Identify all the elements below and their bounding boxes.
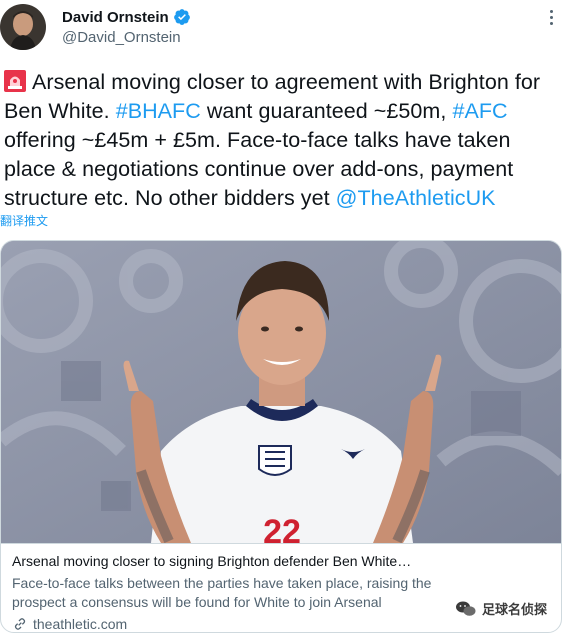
verified-badge-icon (173, 9, 190, 25)
translate-tweet-link[interactable]: 翻译推文 (0, 212, 48, 229)
name-row: David Ornstein (62, 8, 191, 26)
card-title[interactable]: Arsenal moving closer to signing Brighto… (12, 552, 552, 571)
link-card[interactable]: 22 Arsenal moving closer to signing Brig… (0, 240, 562, 633)
card-domain[interactable]: theathletic.com (33, 616, 127, 632)
card-domain-row: theathletic.com (12, 616, 552, 632)
more-options-icon[interactable] (542, 6, 560, 28)
wechat-icon (455, 601, 476, 616)
watermark: 足球名侦探 (455, 599, 547, 618)
avatar[interactable] (0, 4, 46, 50)
shirt-number: 22 (263, 513, 301, 543)
watermark-text: 足球名侦探 (481, 602, 547, 617)
tweet-segment-2: want guaranteed ~£50m, (200, 99, 453, 123)
tweet-text: Arsenal moving closer to agreement with … (4, 68, 560, 213)
card-image: 22 (1, 241, 561, 543)
siren-emoji-icon (4, 70, 26, 92)
display-name[interactable]: David Ornstein (62, 9, 169, 26)
card-meta: Arsenal moving closer to signing Brighto… (1, 543, 561, 632)
mention-theathleticuk[interactable]: @TheAthleticUK (336, 186, 496, 210)
card-description: Face-to-face talks between the parties h… (12, 575, 432, 610)
link-icon (14, 618, 26, 630)
hashtag-afc[interactable]: #AFC (452, 99, 507, 123)
handle[interactable]: @David_Ornstein (62, 29, 181, 46)
hashtag-bhafc[interactable]: #BHAFC (116, 99, 201, 123)
tweet-header: David Ornstein @David_Ornstein (0, 0, 562, 62)
